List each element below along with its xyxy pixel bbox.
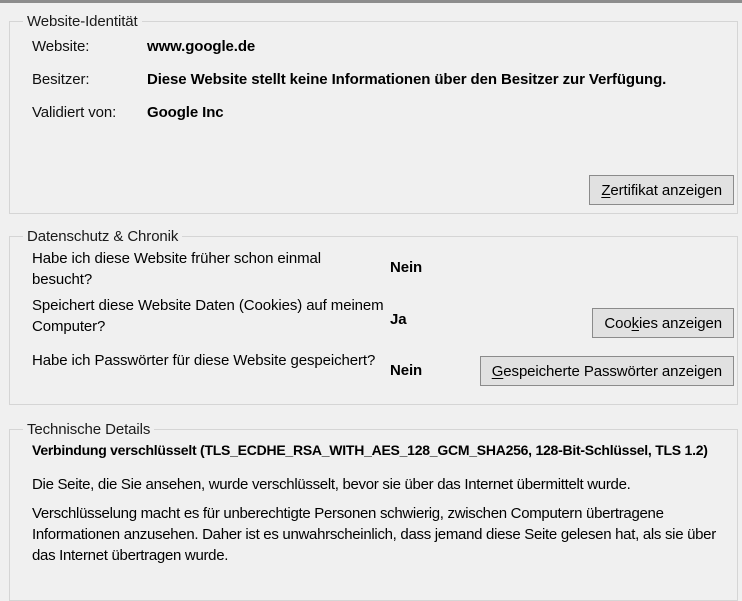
owner-label: Besitzer: xyxy=(32,71,89,88)
view-cookies-button[interactable]: Cookies anzeigen xyxy=(592,308,734,338)
website-identity-group: Website-Identität Website: www.google.de… xyxy=(9,21,738,214)
technical-details-legend: Technische Details xyxy=(23,420,154,439)
verified-by-label: Validiert von: xyxy=(32,104,116,121)
saved-passwords-question: Habe ich Passwörter für diese Website ge… xyxy=(32,350,384,371)
view-saved-passwords-button-label-after: espeicherte Passwörter anzeigen xyxy=(503,363,722,380)
view-certificate-button-accesskey: Z xyxy=(601,182,610,199)
website-value: www.google.de xyxy=(147,38,255,55)
owner-value: Diese Website stellt keine Informationen… xyxy=(147,71,666,88)
privacy-history-group: Datenschutz & Chronik Habe ich diese Web… xyxy=(9,236,738,405)
top-separator xyxy=(0,0,742,3)
view-certificate-button[interactable]: Zertifikat anzeigen xyxy=(589,175,734,205)
website-label: Website: xyxy=(32,38,89,55)
view-certificate-button-label-after: ertifikat anzeigen xyxy=(610,182,722,199)
view-cookies-button-label-before: Coo xyxy=(604,315,631,332)
technical-details-group: Technische Details Verbindung verschlüss… xyxy=(9,429,738,601)
view-saved-passwords-button-accesskey: G xyxy=(492,363,504,380)
website-identity-legend: Website-Identität xyxy=(23,12,142,31)
view-saved-passwords-button[interactable]: Gespeicherte Passwörter anzeigen xyxy=(480,356,734,386)
stores-cookies-answer: Ja xyxy=(390,311,407,328)
encryption-description-1: Die Seite, die Sie ansehen, wurde versch… xyxy=(32,474,732,495)
saved-passwords-answer: Nein xyxy=(390,362,422,379)
view-cookies-button-accesskey: k xyxy=(632,315,639,332)
page-info-security-panel: { "colors": { "background": "#f0f0f0", "… xyxy=(0,0,742,571)
stores-cookies-question: Speichert diese Website Daten (Cookies) … xyxy=(32,295,384,337)
privacy-history-legend: Datenschutz & Chronik xyxy=(23,227,182,246)
verified-by-value: Google Inc xyxy=(147,104,224,121)
connection-encrypted-headline: Verbindung verschlüsselt (TLS_ECDHE_RSA_… xyxy=(32,442,708,458)
view-cookies-button-label-after: ies anzeigen xyxy=(639,315,722,332)
visited-before-question: Habe ich diese Website früher schon einm… xyxy=(32,248,384,290)
visited-before-answer: Nein xyxy=(390,259,422,276)
encryption-description-2: Verschlüsselung macht es für unberechtig… xyxy=(32,503,732,566)
